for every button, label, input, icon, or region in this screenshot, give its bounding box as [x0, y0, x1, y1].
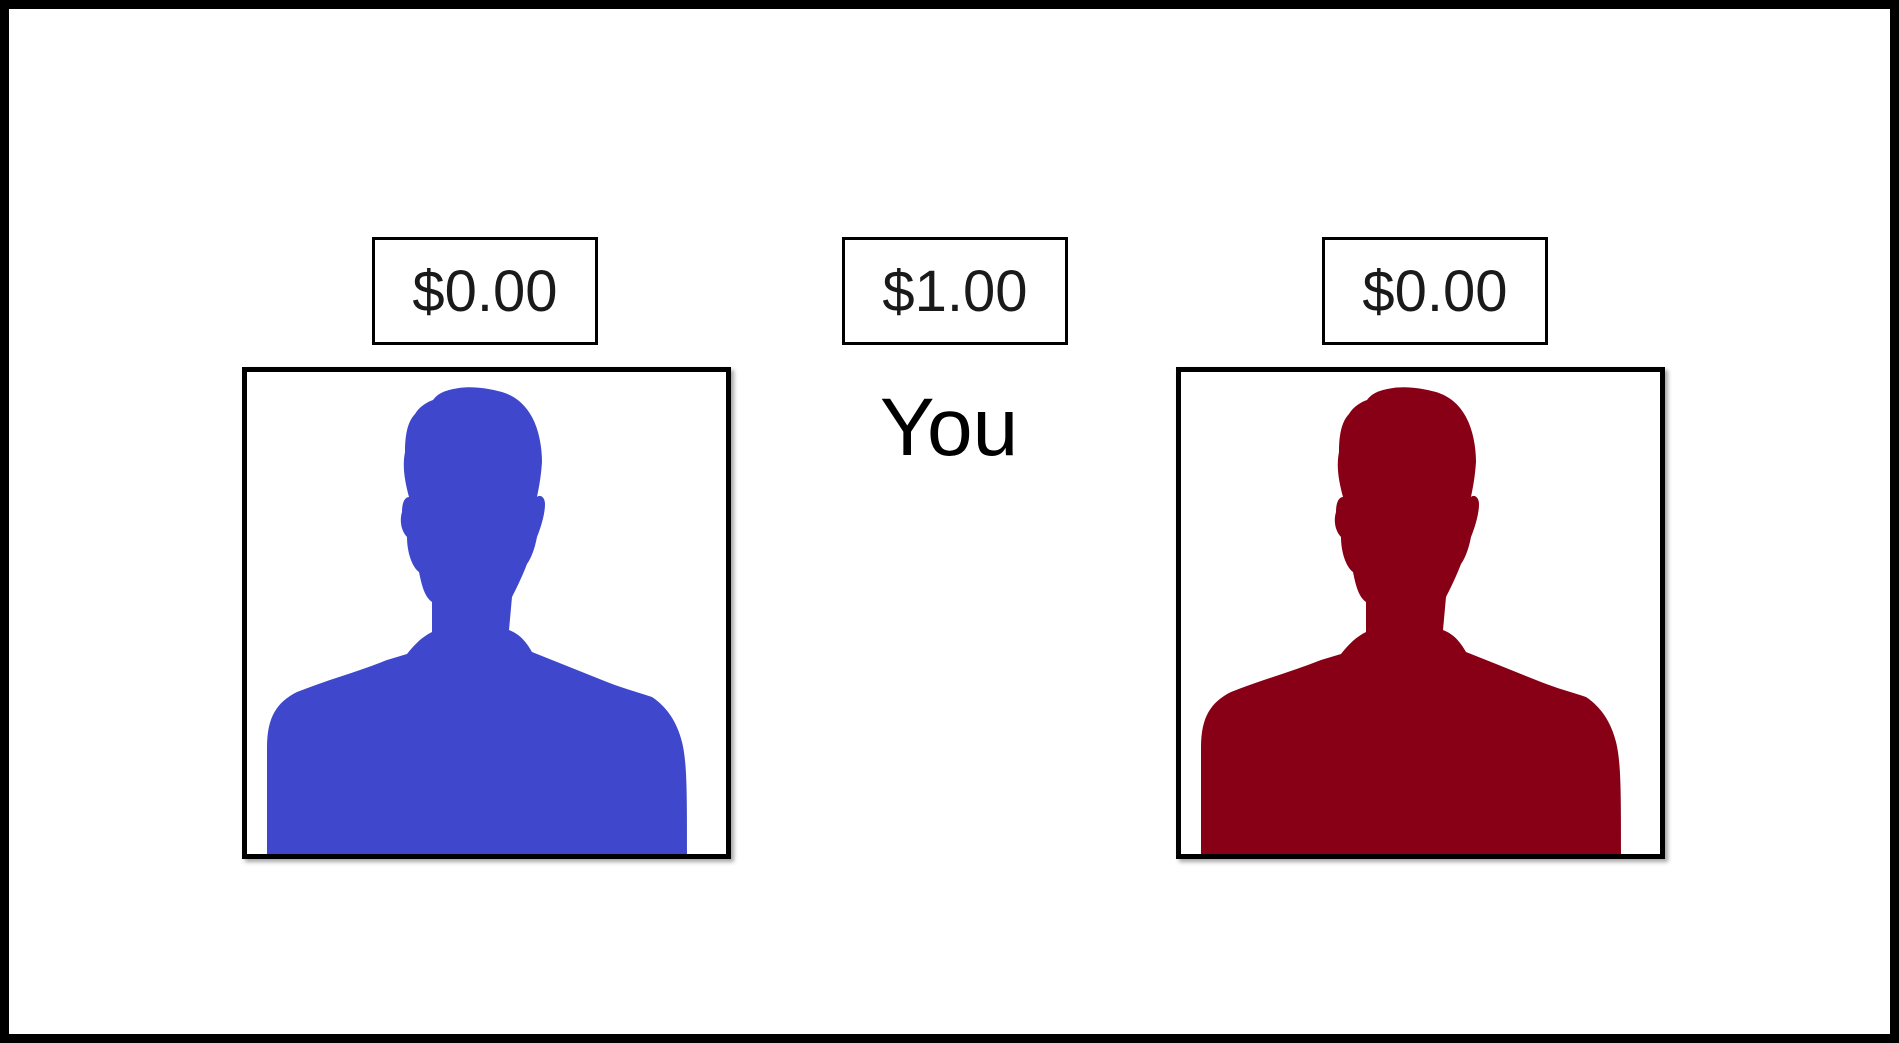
you-amount: $1.00 — [842, 237, 1068, 345]
right-silhouette-shape — [1201, 387, 1621, 854]
right-player-amount: $0.00 — [1322, 237, 1548, 345]
you-amount-text: $1.00 — [882, 258, 1028, 324]
left-silhouette-shape — [267, 387, 687, 854]
right-player-amount-text: $0.00 — [1362, 258, 1508, 324]
left-player-portrait — [242, 367, 731, 859]
screen-frame: $0.00 $1.00 $0.00 You — [0, 0, 1899, 1043]
left-player-amount-text: $0.00 — [412, 258, 558, 324]
person-silhouette-icon — [267, 387, 687, 854]
person-silhouette-icon — [1201, 387, 1621, 854]
you-label: You — [879, 382, 1019, 473]
right-player-portrait — [1176, 367, 1665, 859]
left-player-amount: $0.00 — [372, 237, 598, 345]
